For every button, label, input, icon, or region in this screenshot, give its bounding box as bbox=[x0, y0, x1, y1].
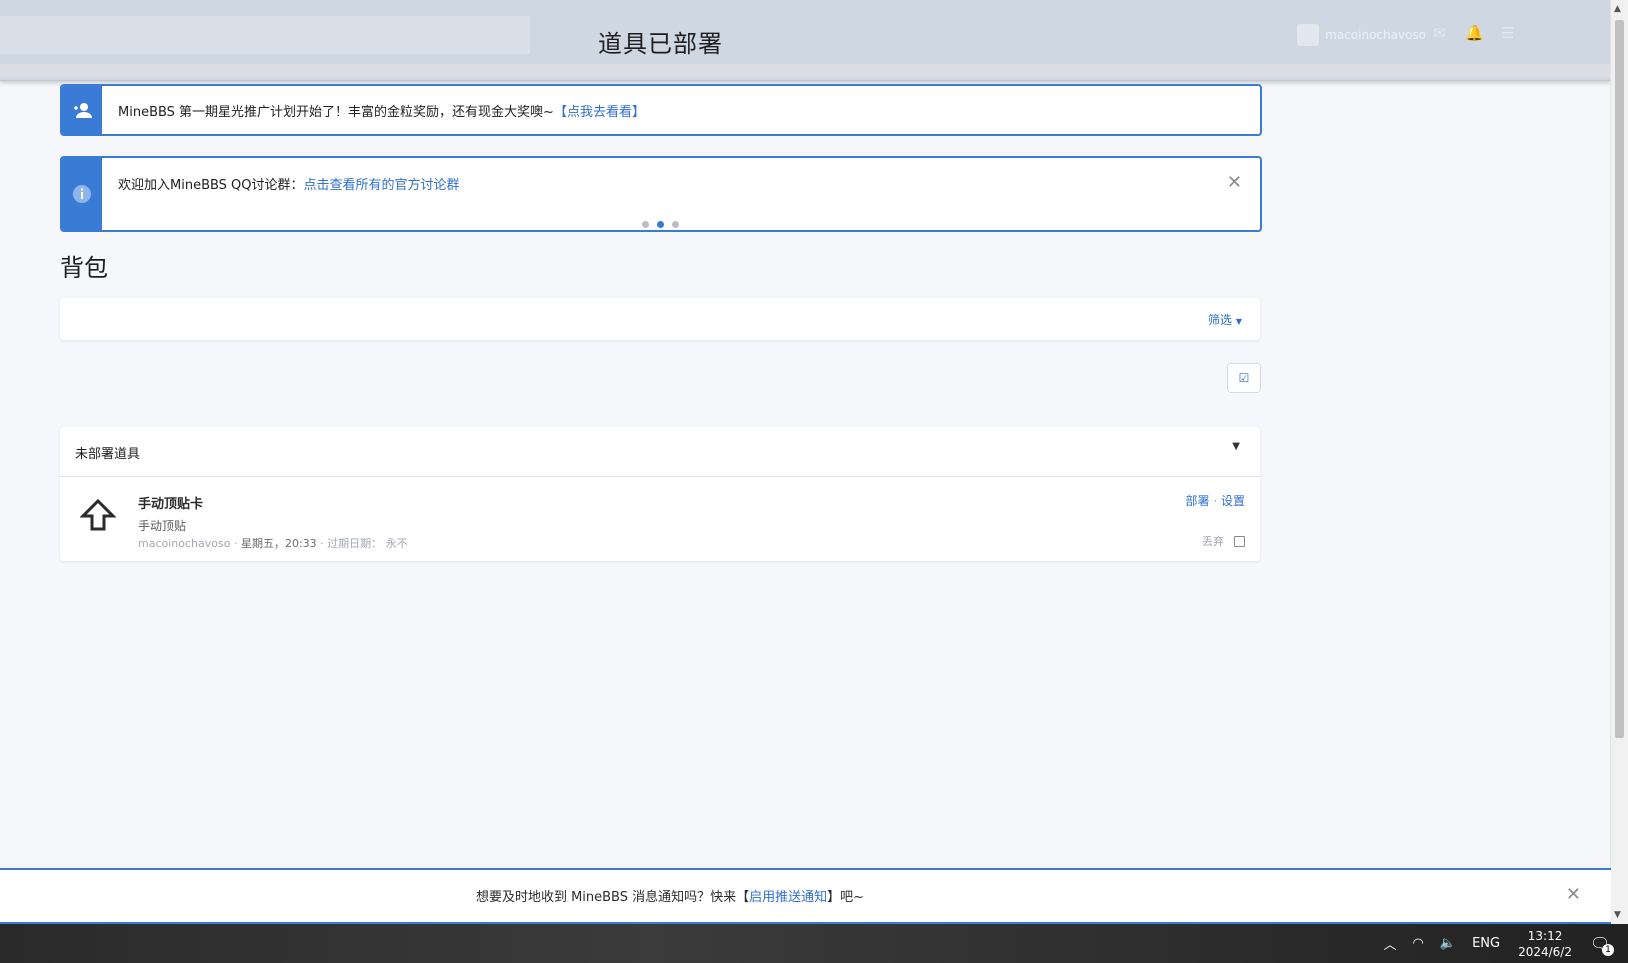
clock-time: 13:12 bbox=[1527, 928, 1563, 943]
notice-text: MineBBS 第一期星光推广计划开始了！丰富的金粒奖励，还有现金大奖噢~ bbox=[118, 104, 554, 120]
separator: · bbox=[1213, 494, 1218, 508]
mail-icon[interactable]: ✉ bbox=[1433, 24, 1451, 42]
item-description: 手动顶贴 bbox=[138, 519, 187, 533]
popup-title: 道具已部署 bbox=[598, 30, 723, 58]
notice-link[interactable]: 【点我去看看】 bbox=[554, 101, 645, 120]
notice-body: MineBBS 第一期星光推广计划开始了！丰富的金粒奖励，还有现金大奖噢~ 【点… bbox=[102, 86, 661, 134]
chevron-up-icon[interactable]: ︿ bbox=[1384, 934, 1397, 953]
discard-label: 丢弃 bbox=[1202, 535, 1224, 548]
username: macoinochavoso bbox=[1325, 28, 1426, 42]
filter-bar: 筛选 ▼ bbox=[60, 298, 1260, 340]
header-search-area bbox=[0, 16, 530, 54]
panel-title: 未部署道具 bbox=[75, 447, 141, 462]
item-user[interactable]: macoinochavoso bbox=[138, 537, 230, 550]
notice-promo: MineBBS 第一期星光推广计划开始了！丰富的金粒奖励，还有现金大奖噢~ 【点… bbox=[60, 84, 1262, 136]
item-name: 手动顶贴卡 bbox=[138, 497, 204, 512]
notification-center-icon[interactable]: 🗨 1 bbox=[1590, 934, 1620, 956]
header-lower-strip bbox=[0, 64, 1611, 78]
scrollbar[interactable]: ▲ ▼ bbox=[1610, 0, 1628, 924]
volume-icon[interactable]: 🔈 bbox=[1440, 936, 1456, 951]
carousel-dot[interactable] bbox=[672, 221, 679, 228]
user-menu[interactable]: macoinochavoso bbox=[1297, 24, 1426, 46]
undeployed-items-panel: 未部署道具 ▼ 手动顶贴卡 手动顶贴 macoinochavoso · 星期五，… bbox=[60, 427, 1260, 561]
filter-label: 筛选 bbox=[1208, 313, 1233, 327]
windows-taskbar: ︿ ◠ 🔈 ENG 13:12 2024/6/2 🗨 1 bbox=[0, 924, 1628, 963]
panel-header[interactable]: 未部署道具 ▼ bbox=[60, 427, 1260, 477]
scrollbar-thumb[interactable] bbox=[1615, 20, 1624, 738]
push-message: 想要及时地收到 MineBBS 消息通知吗？快来【启用推送通知】吧~ bbox=[0, 886, 1340, 905]
avatar bbox=[1297, 24, 1320, 46]
item-meta: macoinochavoso · 星期五，20:33 · 过期日期： 永不 bbox=[138, 537, 408, 550]
filter-button[interactable]: 筛选 ▼ bbox=[1208, 311, 1242, 328]
clock[interactable]: 13:12 2024/6/2 bbox=[1518, 928, 1572, 960]
expiry-label: 过期日期： bbox=[327, 537, 383, 550]
close-icon[interactable]: ✕ bbox=[1227, 172, 1242, 193]
item-date: 星期五，20:33 bbox=[240, 537, 317, 550]
caret-down-icon[interactable]: ▼ bbox=[1232, 441, 1240, 452]
caret-down-icon: ▼ bbox=[1235, 317, 1242, 326]
close-icon[interactable]: ✕ bbox=[1566, 884, 1581, 905]
bell-icon[interactable]: 🔔 bbox=[1465, 24, 1484, 42]
notice-text: 欢迎加入MineBBS QQ讨论群： bbox=[118, 178, 304, 193]
discard-control: 丢弃 bbox=[1202, 533, 1245, 549]
notification-badge: 1 bbox=[1602, 944, 1614, 956]
header-overlay: 道具已部署 macoinochavoso ✉ 🔔 ☰ bbox=[0, 0, 1611, 81]
notice-link[interactable]: 点击查看所有的官方讨论群 bbox=[304, 174, 460, 193]
settings-link[interactable]: 设置 bbox=[1221, 494, 1245, 508]
item-actions: 部署 · 设置 bbox=[1185, 492, 1245, 509]
select-all-button[interactable]: ☑ bbox=[1227, 363, 1261, 393]
enable-push-link[interactable]: 启用推送通知 bbox=[749, 890, 827, 905]
push-notification-bar: 想要及时地收到 MineBBS 消息通知吗？快来【启用推送通知】吧~ ✕ bbox=[0, 868, 1611, 924]
deploy-link[interactable]: 部署 bbox=[1185, 494, 1209, 508]
carousel-dots bbox=[642, 221, 679, 228]
notice-qq: 欢迎加入MineBBS QQ讨论群： 点击查看所有的官方讨论群 ✕ bbox=[60, 156, 1262, 232]
page-title: 背包 bbox=[60, 254, 108, 282]
notice-body: 欢迎加入MineBBS QQ讨论群： 点击查看所有的官方讨论群 bbox=[102, 158, 476, 230]
scroll-down-arrow-icon[interactable]: ▼ bbox=[1614, 910, 1621, 920]
language-indicator[interactable]: ENG bbox=[1472, 936, 1500, 951]
info-icon bbox=[73, 185, 91, 203]
menu-icon[interactable]: ☰ bbox=[1501, 24, 1519, 42]
notice-side bbox=[62, 86, 102, 134]
carousel-dot-active[interactable] bbox=[657, 221, 664, 228]
expiry-value: 永不 bbox=[385, 537, 408, 550]
list-item: 手动顶贴卡 手动顶贴 macoinochavoso · 星期五，20:33 · … bbox=[60, 477, 1260, 561]
carousel-dot[interactable] bbox=[642, 221, 649, 228]
push-suffix: 】吧~ bbox=[827, 890, 865, 905]
system-tray: ︿ ◠ 🔈 ENG 13:12 2024/6/2 🗨 1 bbox=[1376, 924, 1628, 963]
wifi-icon[interactable]: ◠ bbox=[1413, 936, 1424, 951]
check-square-icon: ☑ bbox=[1238, 371, 1250, 385]
push-prefix: 想要及时地收到 MineBBS 消息通知吗？快来【 bbox=[475, 890, 750, 905]
clock-date: 2024/6/2 bbox=[1518, 944, 1572, 959]
scroll-up-arrow-icon[interactable]: ▲ bbox=[1614, 4, 1621, 14]
arrow-up-icon bbox=[80, 498, 116, 531]
user-plus-icon bbox=[74, 103, 92, 118]
notice-side bbox=[62, 158, 102, 230]
discard-checkbox[interactable] bbox=[1234, 535, 1245, 547]
